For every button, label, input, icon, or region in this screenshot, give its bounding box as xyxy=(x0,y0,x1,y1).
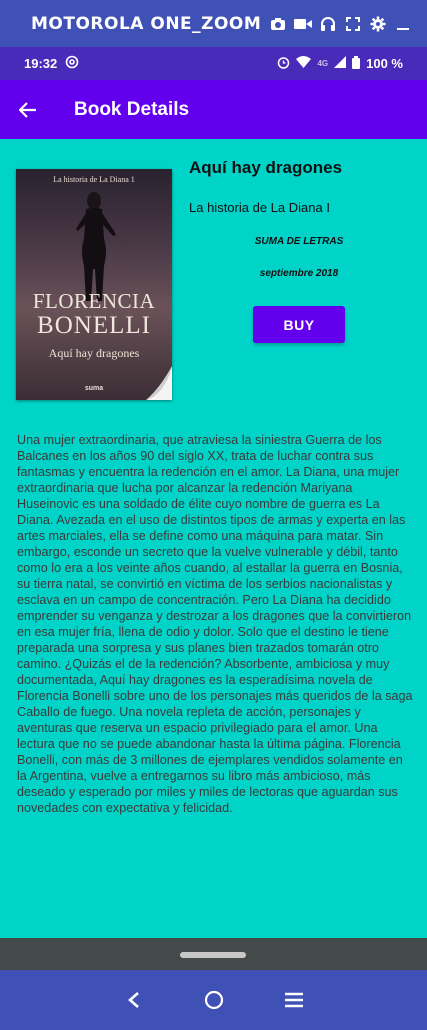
cover-figure-illustration xyxy=(76,192,116,301)
status-time: 19:32 xyxy=(24,56,58,71)
page-curl-icon xyxy=(146,366,172,400)
camera-icon[interactable] xyxy=(265,13,290,35)
headset-icon[interactable] xyxy=(315,13,340,35)
emulator-controls xyxy=(265,13,415,35)
minimize-icon[interactable] xyxy=(390,13,415,35)
status-left: 19:32 xyxy=(24,55,79,72)
battery-level: 100 % xyxy=(366,56,403,71)
video-icon[interactable] xyxy=(290,13,315,35)
nav-home-icon[interactable] xyxy=(199,985,229,1015)
back-arrow-icon[interactable] xyxy=(0,80,56,139)
cover-author-last: BONELLI xyxy=(37,312,151,339)
network-type-label: 4G xyxy=(317,59,329,68)
wifi-icon xyxy=(296,56,312,71)
page-title: Book Details xyxy=(74,98,190,120)
book-title: Aquí hay dragones xyxy=(189,158,343,177)
app-bar: Book Details xyxy=(0,80,427,139)
navigation-bar xyxy=(0,970,427,1030)
nav-menu-icon[interactable] xyxy=(279,985,309,1015)
status-right: 4G 100 % xyxy=(277,55,403,72)
book-publisher: SUMA DE LETRAS xyxy=(254,236,344,247)
cover-author-first: FLORENCIA xyxy=(32,289,156,313)
book-description: Una mujer extraordinaria, que atraviesa … xyxy=(17,433,413,815)
emulator-title: MOTOROLA ONE_ZOOM xyxy=(31,13,262,34)
book-series: La historia de La Diana I xyxy=(189,200,330,215)
alarm-icon xyxy=(277,56,290,72)
status-bar: 19:32 4G 100 % xyxy=(0,47,427,80)
at-sign-icon xyxy=(65,55,79,72)
emulator-toolbar: MOTOROLA ONE_ZOOM xyxy=(0,0,427,47)
battery-icon xyxy=(352,55,361,72)
signal-icon xyxy=(334,56,347,71)
cover-series-text: La historia de La Diana 1 xyxy=(53,175,135,184)
settings-icon[interactable] xyxy=(365,13,390,35)
nav-back-icon[interactable] xyxy=(119,985,149,1015)
buy-button[interactable]: BUY xyxy=(253,306,345,343)
book-cover-image: La historia de La Diana 1 FLORENCIA BONE… xyxy=(16,169,172,400)
cover-subtitle: Aquí hay dragones xyxy=(48,346,140,360)
fullscreen-icon[interactable] xyxy=(340,13,365,35)
book-publish-date: septiembre 2018 xyxy=(259,268,339,279)
home-gesture-pill[interactable] xyxy=(180,952,246,958)
